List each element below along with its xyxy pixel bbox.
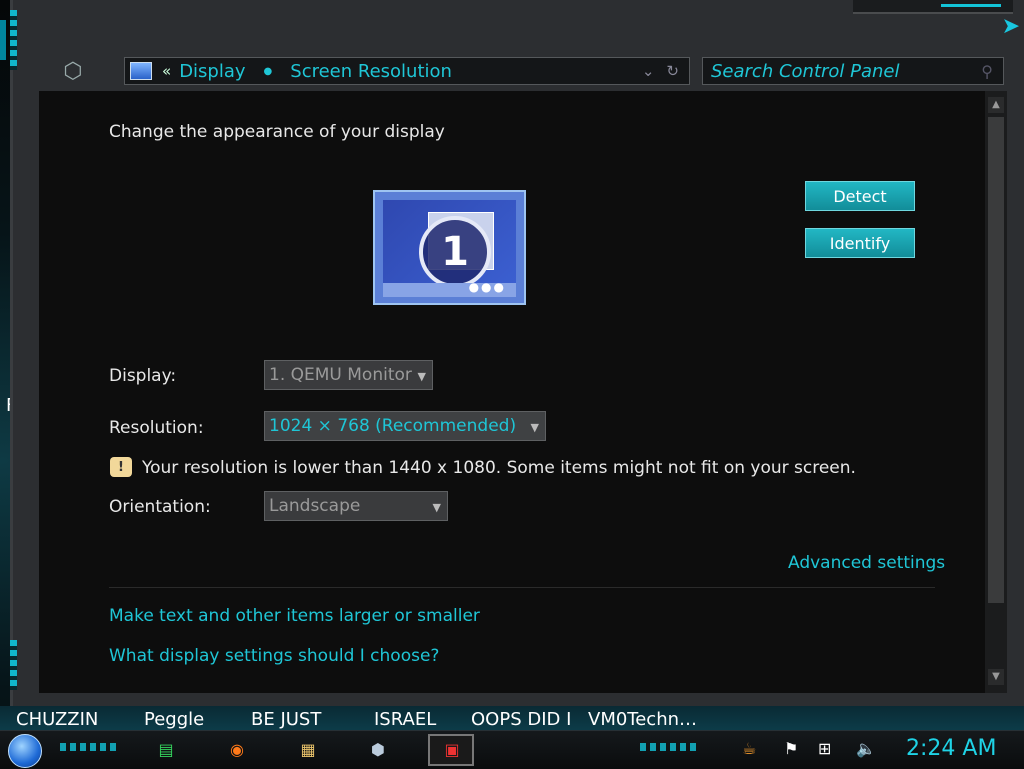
desktop-shortcut-labels: CHUZZIN Peggle BE JUST ISRAEL OOPS DID I… — [0, 706, 1024, 732]
window-left-decoration-bottom — [10, 640, 17, 690]
display-settings-help-link[interactable]: What display settings should I choose? — [109, 646, 439, 666]
detect-button[interactable]: Detect — [805, 181, 915, 211]
identify-button[interactable]: Identify — [805, 228, 915, 258]
volume-icon[interactable]: 🔈 — [856, 739, 876, 758]
monitor-1-icon[interactable]: 1 ●●● — [373, 190, 526, 305]
monitor-screen: 1 — [383, 200, 516, 288]
orientation-select-value: Landscape — [269, 496, 361, 516]
address-bar[interactable]: « Display ● Screen Resolution ⌄ ↻ — [124, 57, 690, 85]
taskbar-decoration — [640, 743, 700, 751]
chevron-down-icon[interactable]: ▼ — [531, 421, 539, 434]
resolution-select[interactable]: 1024 × 768 (Recommended) ▼ — [264, 411, 546, 441]
orientation-select: Landscape ▼ — [264, 491, 448, 521]
notes-app-icon[interactable]: ▤ — [154, 737, 178, 761]
search-placeholder: Search Control Panel — [711, 60, 900, 82]
chevron-down-icon: ▼ — [432, 501, 441, 514]
scroll-up-arrow-icon[interactable]: ▲ — [988, 97, 1004, 113]
shortcut-label[interactable]: OOPS DID I — [471, 709, 571, 730]
search-input[interactable]: Search Control Panel ⚲ — [702, 57, 1004, 85]
control-panel-taskbar-icon: ▣ — [444, 739, 460, 759]
breadcrumb-overflow[interactable]: « — [162, 62, 171, 80]
text-size-link[interactable]: Make text and other items larger or smal… — [109, 606, 480, 626]
shortcut-label[interactable]: ISRAEL — [374, 709, 436, 730]
display-select: 1. QEMU Monitor ▼ — [264, 360, 433, 390]
taskbar: ▤ ◉ ▦ ⬢ ▣ ☕ ⚑ ⊞ 🔈 2:24 AM — [0, 730, 1024, 769]
scroll-thumb[interactable] — [988, 117, 1004, 603]
start-button[interactable] — [8, 734, 42, 768]
search-icon[interactable]: ⚲ — [981, 62, 993, 81]
resolution-select-value: 1024 × 768 (Recommended) — [269, 416, 517, 436]
display-select-value: 1. QEMU Monitor — [269, 365, 412, 385]
back-forward-button[interactable]: ⬡ — [55, 58, 91, 84]
chevron-down-icon[interactable]: ⌄ — [642, 62, 655, 80]
chevron-down-icon: ▼ — [417, 370, 426, 383]
resolution-label: Resolution: — [109, 418, 204, 438]
virtualbox-icon[interactable]: ⬢ — [366, 737, 390, 761]
orientation-label: Orientation: — [109, 497, 211, 517]
refresh-icon[interactable]: ↻ — [666, 62, 679, 80]
network-icon[interactable]: ⊞ — [818, 739, 831, 758]
clock[interactable]: 2:24 AM — [906, 736, 996, 761]
shortcut-label[interactable]: BE JUST — [251, 709, 321, 730]
monitor-dots: ●●● — [468, 280, 506, 294]
desktop-decoration — [0, 20, 6, 60]
window-left-decoration — [10, 10, 17, 70]
taskbar-decoration — [60, 743, 120, 751]
breadcrumb-screen-resolution[interactable]: Screen Resolution — [290, 61, 452, 82]
shortcut-label[interactable]: CHUZZIN — [16, 709, 98, 730]
scroll-down-arrow-icon[interactable]: ▼ — [988, 669, 1004, 685]
divider — [109, 587, 935, 588]
page-title: Change the appearance of your display — [109, 122, 445, 142]
shortcut-label[interactable]: VM0Techn… — [588, 709, 697, 730]
control-panel-icon — [130, 62, 152, 80]
vertical-scrollbar[interactable]: ▲ ▼ — [985, 91, 1007, 693]
resolution-warning: Your resolution is lower than 1440 x 108… — [142, 458, 856, 478]
flag-icon[interactable]: ⚑ — [784, 739, 798, 758]
file-explorer-icon[interactable]: ▦ — [296, 737, 320, 761]
java-icon[interactable]: ☕ — [742, 739, 756, 758]
breadcrumb-display[interactable]: Display — [179, 61, 245, 82]
shortcut-label[interactable]: Peggle — [144, 709, 204, 730]
firefox-icon[interactable]: ◉ — [225, 737, 249, 761]
advanced-settings-link[interactable]: Advanced settings — [788, 553, 945, 573]
window-top-decoration — [853, 0, 1013, 14]
display-label: Display: — [109, 366, 177, 386]
warning-icon: ! — [110, 457, 132, 477]
cursor-icon: ➤ — [1001, 14, 1020, 39]
breadcrumb-separator-icon: ● — [263, 65, 273, 77]
monitor-number: 1 — [419, 216, 491, 288]
